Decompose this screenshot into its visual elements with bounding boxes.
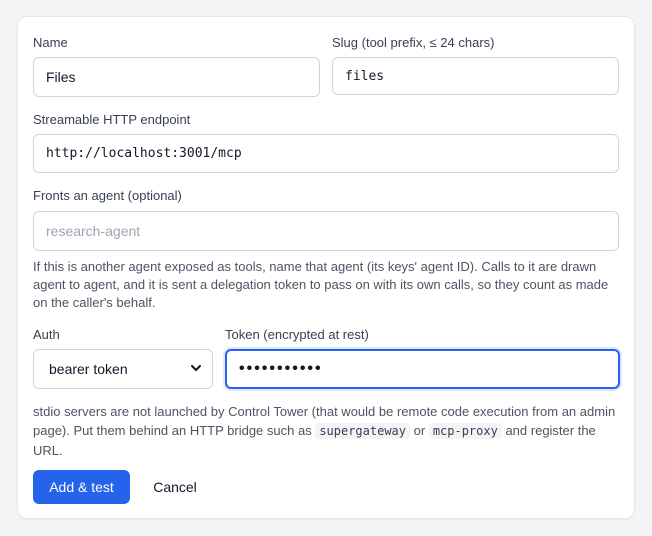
stdio-note: stdio servers are not launched by Contro… [33,402,619,460]
auth-select[interactable]: bearer token [33,349,213,389]
chevron-down-icon [191,365,201,371]
add-and-test-button[interactable]: Add & test [33,470,130,504]
auth-label: Auth [33,327,60,342]
stdio-note-text-2: or [410,423,429,438]
endpoint-input[interactable] [33,134,619,173]
auth-select-value: bearer token [49,361,128,377]
fronts-agent-input[interactable] [33,211,619,251]
supergateway-code: supergateway [315,423,411,439]
slug-label: Slug (tool prefix, ≤ 24 chars) [332,35,495,50]
fronts-agent-label: Fronts an agent (optional) [33,188,182,203]
mcp-proxy-code: mcp-proxy [428,423,502,439]
cancel-button[interactable]: Cancel [143,470,207,504]
name-label: Name [33,35,68,50]
token-input[interactable] [225,349,620,389]
slug-input[interactable] [332,57,619,95]
fronts-agent-help: If this is another agent exposed as tool… [33,259,609,310]
token-label: Token (encrypted at rest) [225,327,369,342]
name-input[interactable] [33,57,320,97]
endpoint-label: Streamable HTTP endpoint [33,112,191,127]
